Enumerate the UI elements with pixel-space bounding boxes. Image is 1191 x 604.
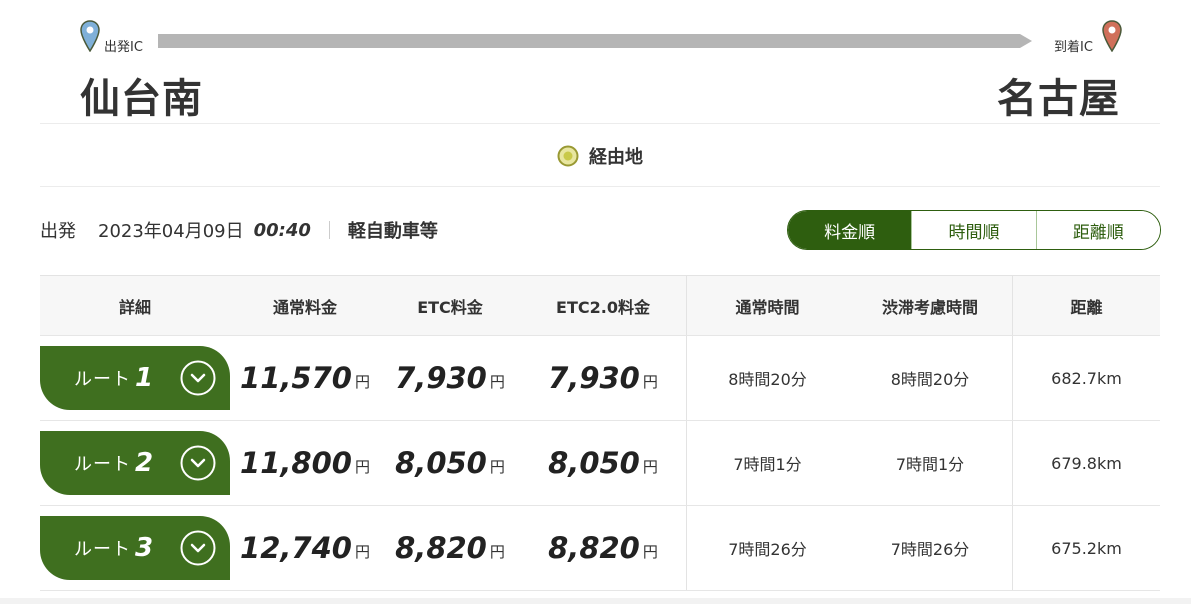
route-label: ルート: [74, 369, 131, 390]
departure-time: 00:40: [253, 219, 311, 241]
chevron-down-icon[interactable]: [180, 530, 216, 566]
table-row: ルート 1 11,570 円 7,930 円 7,930 円 8時間20分 8時間20…: [40, 336, 1160, 421]
normal-fee-cell: 11,800 円: [230, 421, 380, 505]
jam-time: 7時間1分: [895, 455, 965, 474]
normal-fee-cell: 11,570 円: [230, 336, 380, 420]
yen-unit: 円: [642, 372, 658, 391]
route-1-button[interactable]: ルート 1: [40, 346, 230, 410]
normal-fee: 11,800: [240, 446, 352, 480]
route-3-button[interactable]: ルート 3: [40, 516, 230, 580]
start-ic-name: 仙台南: [80, 76, 203, 122]
normal-fee-cell: 12,740 円: [230, 506, 380, 590]
route-number: 1: [135, 363, 154, 393]
etc2-fee: 8,820: [548, 531, 640, 565]
yen-unit: 円: [642, 457, 658, 476]
etc-fee: 7,930: [395, 361, 487, 395]
end-ic-name: 名古屋: [997, 76, 1120, 122]
end-location-pin-icon: [1102, 20, 1122, 52]
route-label: ルート: [74, 539, 131, 560]
yen-unit: 円: [489, 457, 505, 476]
yen-unit: 円: [354, 542, 370, 561]
etc2-fee-cell: 7,930 円: [520, 336, 686, 420]
sort-by-time-button[interactable]: 時間順: [911, 211, 1036, 249]
route-2-button[interactable]: ルート 2: [40, 431, 230, 495]
etc2-fee-cell: 8,820 円: [520, 506, 686, 590]
route-arrow-icon: [158, 34, 1032, 48]
start-location-pin-icon: [80, 20, 100, 52]
route-number: 2: [135, 448, 154, 478]
distance: 675.2km: [1012, 506, 1160, 590]
normal-fee: 11,570: [240, 361, 352, 395]
header-detail: 詳細: [118, 297, 151, 317]
normal-time: 8時間20分: [686, 336, 848, 420]
sort-by-fee-button[interactable]: 料金順: [788, 211, 912, 249]
route-label: ルート: [74, 454, 131, 475]
normal-fee: 12,740: [240, 531, 352, 565]
sort-by-distance-button[interactable]: 距離順: [1035, 211, 1160, 249]
yen-unit: 円: [354, 372, 370, 391]
departure-date: 2023年04月09日: [98, 221, 244, 242]
etc2-fee: 8,050: [548, 446, 640, 480]
normal-time: 7時間1分: [686, 421, 848, 505]
normal-time: 7時間26分: [686, 506, 848, 590]
yen-unit: 円: [489, 542, 505, 561]
start-ic-label: 出発IC: [104, 40, 143, 55]
waypoint-icon: [557, 145, 579, 166]
yen-unit: 円: [354, 457, 370, 476]
sort-toggle: 料金順 時間順 距離順: [787, 210, 1161, 250]
yen-unit: 円: [642, 542, 658, 561]
header-normal-time: 通常時間: [686, 276, 848, 335]
etc-fee-cell: 7,930 円: [380, 336, 520, 420]
jam-time: 8時間20分: [890, 370, 970, 389]
chevron-down-icon[interactable]: [180, 445, 216, 481]
departure-label: 出発: [40, 221, 76, 242]
vehicle-type: 軽自動車等: [347, 221, 438, 242]
yen-unit: 円: [489, 372, 505, 391]
etc2-fee: 7,930: [548, 361, 640, 395]
etc-fee-cell: 8,820 円: [380, 506, 520, 590]
header-jam-time: 渋滞考慮時間: [881, 297, 978, 317]
header-etc-fee: ETC料金: [417, 297, 483, 317]
table-row: ルート 2 11,800 円 8,050 円 8,050 円 7時間1分 7時間1分 …: [40, 421, 1160, 506]
etc-fee-cell: 8,050 円: [380, 421, 520, 505]
waypoint-label: 経由地: [589, 146, 643, 168]
search-conditions: 出発 2023年04月09日 00:40 軽自動車等: [40, 210, 438, 250]
route-number: 3: [135, 533, 154, 563]
route-result-page: 出発IC 到着IC 仙台南 名古屋 経由地 出発 2023年04月09日 00:…: [0, 0, 1191, 598]
header-distance: 距離: [1012, 276, 1160, 335]
distance: 679.8km: [1012, 421, 1160, 505]
etc2-fee-cell: 8,050 円: [520, 421, 686, 505]
route-table: 詳細 通常料金 ETC料金 ETC2.0料金 通常時間 渋滞考慮時間 距離 ルー…: [40, 275, 1160, 591]
header-etc2-fee: ETC2.0料金: [556, 297, 650, 317]
chevron-down-icon[interactable]: [180, 360, 216, 396]
table-row: ルート 3 12,740 円 8,820 円 8,820 円 7時間26分 7時間26…: [40, 506, 1160, 591]
divider: [328, 221, 330, 239]
etc-fee: 8,050: [395, 446, 487, 480]
jam-time: 7時間26分: [890, 540, 970, 559]
etc-fee: 8,820: [395, 531, 487, 565]
waypoint-row[interactable]: 経由地: [40, 125, 1160, 187]
route-header: 出発IC 到着IC 仙台南 名古屋: [40, 0, 1160, 124]
table-header-row: 詳細 通常料金 ETC料金 ETC2.0料金 通常時間 渋滞考慮時間 距離: [40, 276, 1160, 336]
header-normal-fee: 通常料金: [272, 297, 337, 317]
end-ic-label: 到着IC: [1054, 40, 1093, 55]
distance: 682.7km: [1012, 336, 1160, 420]
